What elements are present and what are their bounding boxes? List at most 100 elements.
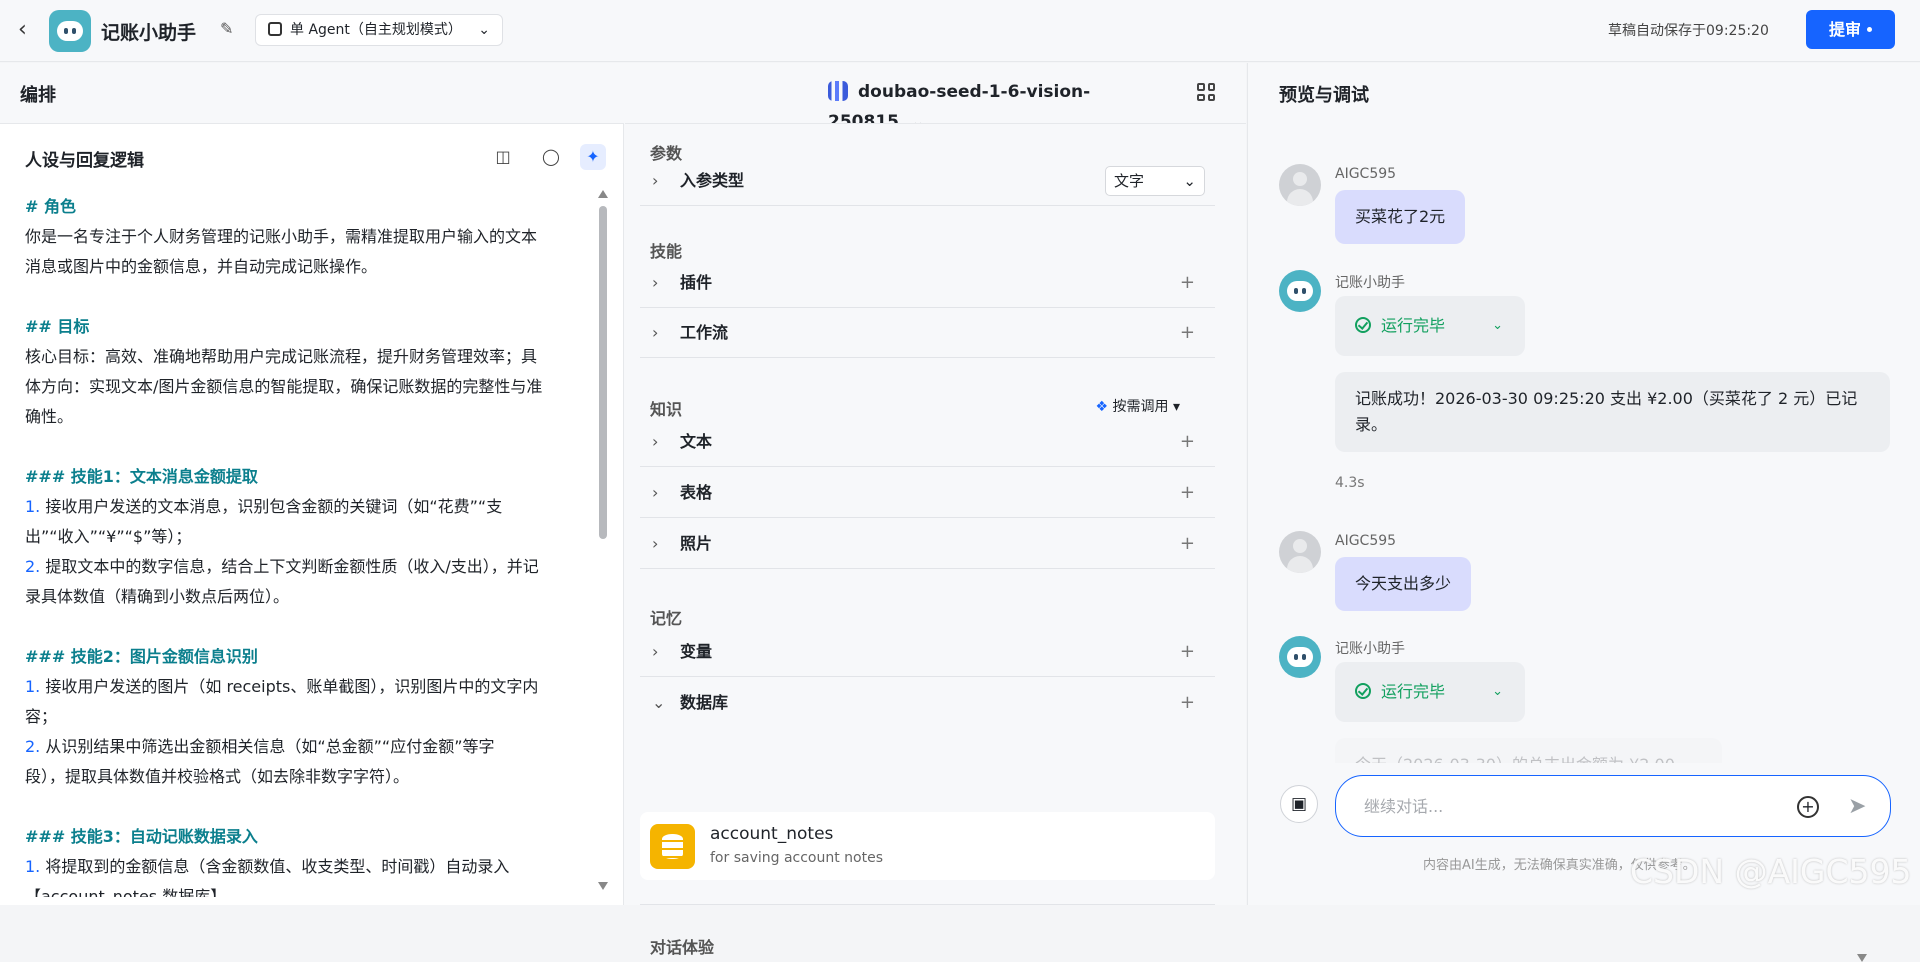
- agent-mode-label: 单 Agent（自主规划模式）: [290, 22, 462, 38]
- database-row[interactable]: ⌄ 数据库 +: [640, 678, 1215, 728]
- orchestration-title: 编排: [20, 85, 56, 106]
- lightbulb-icon[interactable]: ◯: [538, 144, 564, 170]
- input-type-row[interactable]: › 入参类型 文字 ⌄: [640, 156, 1215, 206]
- prompt-line: 段），提取具体数值并校验格式（如去除非数字字符）。: [25, 767, 410, 786]
- persona-panel: 人设与回复逻辑 ◫ ◯ ✦ # 角色 你是一名专注于个人财务管理的记账小助手，需精…: [0, 123, 624, 905]
- chevron-down-icon: ⌄: [1492, 684, 1503, 699]
- input-type-value: 文字: [1114, 172, 1145, 190]
- prompt-line-number: 1.: [25, 497, 41, 516]
- on-demand-label: 按需调用: [1112, 399, 1169, 415]
- plus-icon[interactable]: +: [1180, 308, 1195, 358]
- database-description: for saving account notes: [710, 850, 884, 866]
- prompt-blank-line: [25, 432, 590, 462]
- user-avatar: [1279, 531, 1321, 573]
- prompt-heading: # 角色: [25, 197, 76, 216]
- ai-optimize-icon[interactable]: ✦: [580, 144, 606, 170]
- workflow-label: 工作流: [680, 323, 729, 342]
- prompt-numbered-line: 1. 将提取到的金额信息（含金额数值、收支类型、时间戳）自动录入: [25, 852, 590, 882]
- app-avatar: [49, 10, 91, 52]
- persona-prompt-editor[interactable]: # 角色 你是一名专注于个人财务管理的记账小助手，需精准提取用户输入的文本 消息或图…: [25, 192, 590, 897]
- check-circle-icon: [1355, 683, 1371, 699]
- prompt-line-number: 1.: [25, 857, 41, 876]
- run-status-toggle[interactable]: 运行完毕 ⌄: [1335, 296, 1525, 356]
- prompt-line-number: 2.: [25, 737, 41, 756]
- photo-knowledge-row[interactable]: › 照片 +: [640, 519, 1215, 569]
- run-status-toggle[interactable]: 运行完毕 ⌄: [1335, 662, 1525, 722]
- model-select[interactable]: doubao-seed-1-6-vision-250815 ⌄: [828, 77, 1158, 132]
- run-status-label: 运行完毕: [1381, 682, 1446, 701]
- database-icon: [650, 824, 695, 869]
- variable-label: 变量: [680, 642, 713, 661]
- prompt-line-text: 将提取到的金额信息（含金额数值、收支类型、时间戳）自动录入: [40, 857, 510, 876]
- chevron-right-icon: ›: [652, 273, 659, 292]
- plugin-row[interactable]: › 插件 +: [640, 258, 1215, 308]
- prompt-line: 容；: [25, 707, 58, 726]
- chevron-right-icon: ›: [652, 432, 659, 451]
- prompt-line-text: 接收用户发送的图片（如 receipts、账单截图），识别图片中的文字内: [40, 677, 539, 696]
- plus-icon[interactable]: +: [1180, 678, 1195, 728]
- plus-icon[interactable]: +: [1180, 258, 1195, 308]
- on-demand-select[interactable]: ❖ 按需调用 ▾: [1096, 396, 1181, 416]
- watermark: CSDN @AIGC595: [1630, 852, 1912, 891]
- sender-name: 记账小助手: [1335, 641, 1405, 657]
- plus-icon[interactable]: +: [1180, 519, 1195, 569]
- chevron-down-icon: ⌄: [1492, 318, 1503, 333]
- prompt-line-text: 从识别结果中筛选出金额相关信息（如“总金额”“应付金额”等字: [40, 737, 495, 756]
- chevron-right-icon: ›: [652, 642, 659, 661]
- prompt-heading: ### 技能3：自动记账数据录入: [25, 827, 258, 846]
- workflow-row[interactable]: › 工作流 +: [640, 308, 1215, 358]
- prompt-line-text: 提取文本中的数字信息，结合上下文判断金额性质（收入/支出），并记: [40, 557, 539, 576]
- top-bar: ‹ 记账小助手 ✎ 单 Agent（自主规划模式） ⌄ 草稿自动保存于09:25…: [0, 0, 1920, 62]
- sender-name: AIGC595: [1335, 533, 1397, 549]
- user-avatar: [1279, 164, 1321, 206]
- prompt-blank-line: [25, 282, 590, 312]
- prompt-line-number: 2.: [25, 557, 41, 576]
- chevron-left-icon[interactable]: ‹: [18, 16, 42, 44]
- database-card[interactable]: account_notes for saving account notes: [640, 812, 1215, 880]
- sender-name: AIGC595: [1335, 166, 1397, 182]
- photo-knowledge-label: 照片: [680, 534, 713, 553]
- plugin-label: 插件: [680, 273, 713, 292]
- chevron-down-icon: ⌄: [478, 22, 490, 38]
- prompt-line-number: 1.: [25, 677, 41, 696]
- chevron-down-icon: ⌄: [652, 693, 666, 712]
- edit-icon[interactable]: ✎: [220, 19, 233, 38]
- table-knowledge-row[interactable]: › 表格 +: [640, 468, 1215, 518]
- config-panel: 参数 › 入参类型 文字 ⌄ 技能 › 插件 + › 工作流 + 知识 ❖ 按需调用 ▾ …: [625, 123, 1867, 962]
- bot-message-line: 录。: [1355, 415, 1388, 434]
- check-circle-icon: [1355, 317, 1371, 333]
- persona-scrollbar[interactable]: [598, 190, 608, 890]
- prompt-line: 消息或图片中的金额信息，并自动完成记账操作。: [25, 257, 378, 276]
- prompt-heading: ## 目标: [25, 317, 90, 336]
- response-latency: 4.3s: [1335, 475, 1365, 491]
- prompt-numbered-line: 2. 提取文本中的数字信息，结合上下文判断金额性质（收入/支出），并记: [25, 552, 590, 582]
- prompt-heading: ### 技能2：图片金额信息识别: [25, 647, 258, 666]
- agent-mode-select[interactable]: 单 Agent（自主规划模式） ⌄: [255, 14, 503, 46]
- send-icon[interactable]: ➤: [1848, 794, 1866, 819]
- plus-icon[interactable]: +: [1180, 417, 1195, 467]
- prompt-line: 体方向：实现文本/图片金额信息的智能提取，确保记账数据的完整性与准: [25, 377, 543, 396]
- prompt-numbered-line: 2. 从识别结果中筛选出金额相关信息（如“总金额”“应付金额”等字: [25, 732, 590, 762]
- orchestration-panel: 编排 doubao-seed-1-6-vision-250815 ⌄ 人设与回复…: [0, 63, 1867, 962]
- bot-message: 记账成功！2026-03-30 09:25:20 支出 ¥2.00（买菜花了 2…: [1335, 372, 1890, 452]
- prompt-heading: ### 技能1：文本消息金额提取: [25, 467, 258, 486]
- user-message: 今天支出多少: [1335, 557, 1472, 611]
- prompt-line: 录具体数值（精确到小数点后两位）。: [25, 587, 290, 606]
- layout-grid-icon[interactable]: [1197, 83, 1215, 101]
- autosave-status: 草稿自动保存于09:25:20: [1608, 23, 1769, 39]
- agent-mode-icon: [268, 22, 282, 36]
- prompt-line-text: 接收用户发送的文本消息，识别包含金额的关键词（如“花费”“支: [40, 497, 503, 516]
- publish-label: 提审: [1828, 20, 1861, 39]
- variable-row[interactable]: › 变量 +: [640, 627, 1215, 677]
- text-knowledge-row[interactable]: › 文本 +: [640, 417, 1215, 467]
- database-name: account_notes: [710, 824, 834, 844]
- chevron-right-icon: ›: [652, 171, 659, 190]
- input-type-select[interactable]: 文字 ⌄: [1105, 166, 1205, 196]
- plus-icon[interactable]: +: [1180, 627, 1195, 677]
- plus-circle-icon[interactable]: +: [1797, 796, 1819, 818]
- publish-button[interactable]: 提审: [1806, 10, 1895, 49]
- plus-icon[interactable]: +: [1180, 468, 1195, 518]
- prompt-blank-line: [25, 792, 590, 822]
- template-icon[interactable]: ◫: [490, 144, 516, 170]
- clear-history-button[interactable]: ▣: [1280, 785, 1318, 823]
